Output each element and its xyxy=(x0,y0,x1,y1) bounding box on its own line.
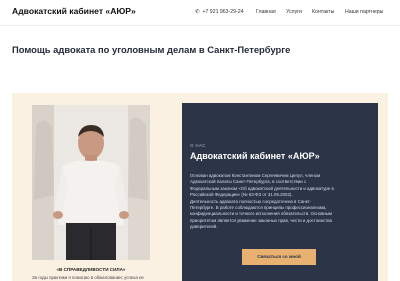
about-title: Адвокатский кабинет «АЮР» xyxy=(190,151,320,161)
photo-caption: За годы практики я помогаю в обжаловании… xyxy=(32,275,144,280)
page-title: Помощь адвоката по уголовным делам в Сан… xyxy=(12,44,291,55)
contact-me-button[interactable]: Связаться со мной xyxy=(242,249,316,265)
about-text: Основан адвокатом Константином Сергеевич… xyxy=(190,173,372,231)
photo-quote: «В СПРАВЕДЛИВОСТИ СИЛА» xyxy=(56,267,126,272)
brand-logo-text[interactable]: Адвокатский кабинет «АЮР» xyxy=(12,6,136,16)
nav-partners[interactable]: Наши партнеры xyxy=(345,9,383,15)
phone-icon: ✆ xyxy=(195,9,200,15)
about-section: «В СПРАВЕДЛИВОСТИ СИЛА» За годы практики… xyxy=(12,93,388,281)
lawyer-portrait-image xyxy=(32,105,150,260)
nav-home[interactable]: Главная xyxy=(256,9,276,15)
phone-link[interactable]: ✆ +7 921 963-29-24 xyxy=(195,9,244,15)
nav-contacts[interactable]: Контакты xyxy=(312,9,334,15)
nav-services[interactable]: Услуги xyxy=(286,9,302,15)
about-card: О НАС Адвокатский кабинет «АЮР» Основан … xyxy=(182,103,378,281)
about-text-line: доверителей. xyxy=(190,224,218,230)
phone-number: +7 921 963-29-24 xyxy=(202,9,244,15)
site-header: Адвокатский кабинет «АЮР» ✆ +7 921 963-2… xyxy=(0,0,400,26)
lawyer-photo xyxy=(32,105,150,260)
about-kicker: О НАС xyxy=(190,143,206,148)
